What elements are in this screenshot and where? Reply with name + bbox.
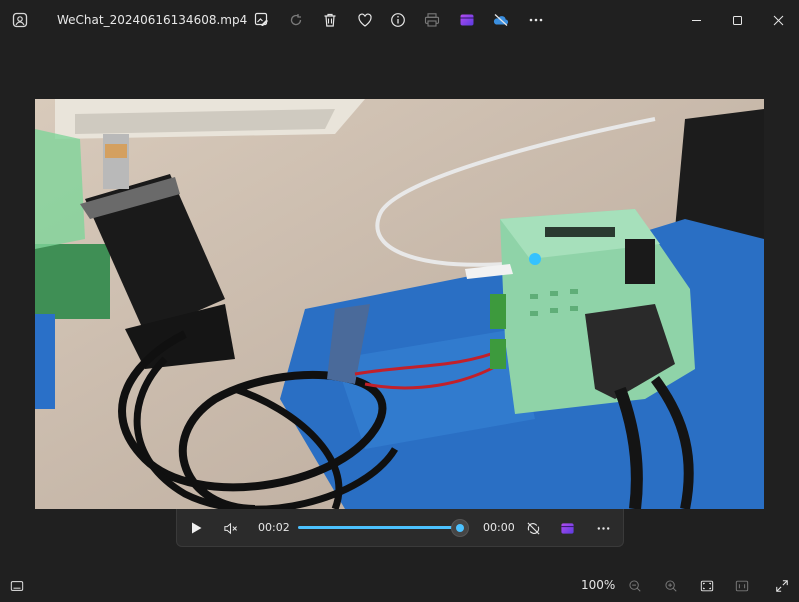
actual-size-button[interactable] (733, 577, 751, 595)
close-button[interactable] (766, 8, 790, 32)
heart-icon (358, 13, 372, 27)
remaining-time: 00:00 (483, 521, 515, 534)
video-content-illustration (35, 99, 764, 509)
status-bar: 100% (0, 570, 799, 602)
window-title: WeChat_20240616134608.mp4 (57, 13, 248, 27)
trash-icon (324, 13, 336, 27)
player-more-button[interactable] (593, 518, 613, 538)
clipchamp-edit-button[interactable] (557, 518, 577, 538)
favorite-button[interactable] (355, 10, 375, 30)
muted-speaker-icon (223, 522, 237, 534)
media-controls: 00:02 00:00 (176, 509, 624, 547)
zoom-out-icon (629, 580, 641, 592)
title-bar: WeChat_20240616134608.mp4 (0, 0, 799, 40)
fullscreen-icon (776, 580, 788, 592)
mute-button[interactable] (220, 518, 240, 538)
actual-size-icon (735, 580, 749, 592)
maximize-icon (732, 15, 742, 25)
print-button[interactable] (422, 10, 442, 30)
filmstrip-button[interactable] (8, 577, 26, 595)
loop-off-icon (526, 521, 540, 535)
clipchamp-button[interactable] (457, 10, 477, 30)
minimize-icon (691, 19, 701, 21)
minimize-button[interactable] (684, 8, 708, 32)
edit-image-icon (254, 12, 268, 26)
play-button[interactable] (186, 518, 206, 538)
loop-button[interactable] (523, 518, 543, 538)
zoom-level[interactable]: 100% (581, 578, 615, 592)
clipchamp-icon (460, 14, 474, 26)
seek-bar-thumb[interactable] (451, 519, 469, 537)
filmstrip-icon (10, 581, 24, 591)
onedrive-button[interactable] (491, 10, 511, 30)
info-icon (391, 13, 405, 27)
more-icon (597, 526, 609, 530)
more-icon (529, 18, 543, 22)
maximize-button[interactable] (725, 8, 749, 32)
fit-to-window-button[interactable] (698, 577, 716, 595)
close-icon (773, 15, 783, 25)
current-time: 00:02 (258, 521, 290, 534)
onedrive-icon (493, 14, 509, 26)
zoom-in-button[interactable] (662, 577, 680, 595)
more-options-button[interactable] (526, 10, 546, 30)
seek-bar-fill (298, 526, 460, 529)
play-icon (192, 522, 202, 534)
zoom-in-icon (665, 580, 677, 592)
photos-app-icon (12, 12, 28, 28)
printer-icon (424, 13, 440, 27)
clipchamp-icon (560, 522, 574, 534)
fullscreen-button[interactable] (773, 577, 791, 595)
rotate-icon (290, 14, 302, 26)
delete-button[interactable] (320, 10, 340, 30)
zoom-out-button[interactable] (626, 577, 644, 595)
info-button[interactable] (388, 10, 408, 30)
video-frame[interactable] (35, 99, 764, 509)
rotate-button[interactable] (286, 10, 306, 30)
fit-window-icon (700, 580, 714, 592)
edit-button[interactable] (252, 10, 272, 30)
